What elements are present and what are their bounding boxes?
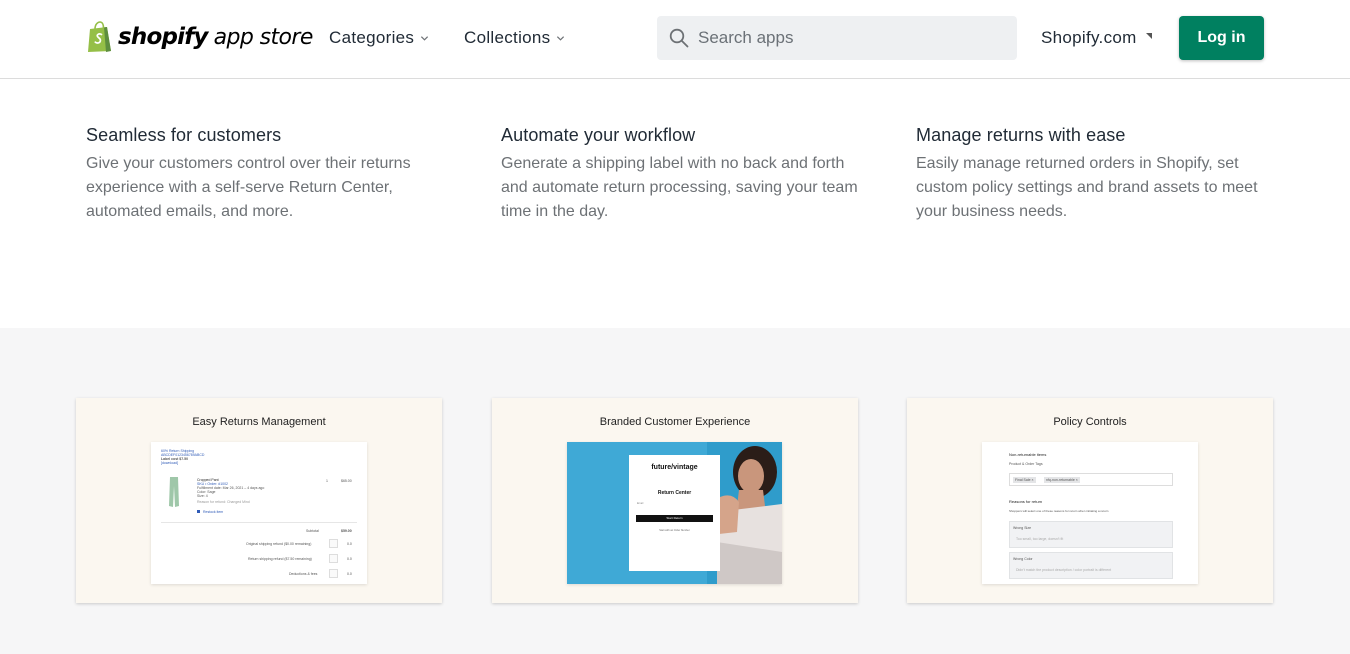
order-number-link: Start with an Order Number — [659, 529, 690, 532]
mock-text: 0.0 — [347, 542, 352, 546]
nav-collections-label: Collections — [464, 28, 551, 47]
mock-text: Original shipping refund ($0.00 remainin… — [246, 542, 312, 546]
tag-chip: Final Sale × — [1013, 477, 1036, 483]
start-return-button: Start Return — [636, 515, 713, 522]
feature-seamless: Seamless for customers Give your custome… — [86, 125, 446, 224]
feature-description: Give your customers control over their r… — [86, 155, 411, 220]
screenshot-card-returns-management[interactable]: Easy Returns Management 60% Return Shipp… — [76, 398, 442, 603]
screenshot-card-branded-experience[interactable]: Branded Customer Experience future/vinta… — [492, 398, 858, 603]
feature-title: Manage returns with ease — [916, 125, 1126, 145]
mock-field — [329, 554, 338, 563]
return-center-panel: future/vintage Return Center Email Start… — [629, 455, 720, 571]
chevron-down-icon — [557, 35, 565, 41]
mock-text: $65.00 — [341, 479, 352, 483]
returns-management-preview: 60% Return Shipping ABCDEF0123456789ABCD… — [151, 442, 367, 584]
mock-text: Product & Order Tags — [1009, 462, 1043, 466]
return-center-title: Return Center — [657, 490, 692, 496]
checkbox-icon — [197, 510, 200, 513]
search-bar[interactable] — [657, 16, 1017, 60]
policy-controls-preview: Non-returnable items Product & Order Tag… — [982, 442, 1198, 584]
shopify-app-store-logo[interactable]: shopify app store — [86, 20, 313, 54]
reason-hint: Didn't match the product description / c… — [1016, 568, 1112, 572]
reason-hint: Too small, too large, doesn't fit — [1016, 537, 1064, 541]
mock-section-title: Non-returnable items — [1009, 452, 1047, 457]
feature-description: Easily manage returned orders in Shopify… — [916, 155, 1258, 220]
site-header: shopify app store Categories Collections… — [0, 0, 1350, 79]
branded-experience-preview: future/vintage Return Center Email Start… — [567, 442, 782, 584]
logo-brand-text: shopify — [118, 24, 208, 50]
mock-text: Restock item — [203, 510, 224, 514]
nav-categories[interactable]: Categories — [329, 28, 429, 48]
pant-product-image — [169, 477, 179, 507]
screenshot-title: Easy Returns Management — [192, 416, 326, 428]
logo-suffix-text: app store — [213, 24, 314, 50]
search-input[interactable] — [698, 28, 998, 48]
divider — [161, 522, 357, 523]
mock-text: 1 — [326, 479, 328, 483]
mock-text: Size: 4 — [197, 494, 208, 498]
tag-chip: nfq-non-returnable × — [1044, 477, 1080, 483]
reason-label: Wrong Color — [1013, 557, 1033, 561]
mock-text: Shoppers will select one of these reason… — [1009, 509, 1109, 513]
reason-row — [1009, 521, 1173, 548]
shopify-bag-icon — [88, 21, 111, 52]
mock-text: 0.0 — [347, 572, 352, 576]
mock-text: [download] — [161, 461, 178, 465]
shopify-com-link[interactable]: Shopify.com — [1041, 28, 1153, 48]
shopify-com-label: Shopify.com — [1041, 28, 1137, 47]
nav-categories-label: Categories — [329, 28, 415, 47]
mock-text: Subtotal — [306, 529, 319, 533]
screenshot-card-policy-controls[interactable]: Policy Controls Non-returnable items Pro… — [907, 398, 1273, 603]
reason-label: Wrong Size — [1013, 526, 1032, 530]
screenshot-title: Branded Customer Experience — [599, 416, 751, 428]
external-link-icon — [1145, 33, 1152, 39]
mock-field — [329, 539, 338, 548]
mock-text: $59.00 — [341, 529, 352, 533]
feature-manage: Manage returns with ease Easily manage r… — [916, 125, 1276, 224]
mock-text: Reason for refund: Changed Mind — [197, 500, 250, 504]
mock-section-title: Reasons for return — [1009, 499, 1043, 504]
mock-text: 0.0 — [347, 557, 352, 561]
nav-collections[interactable]: Collections — [464, 28, 565, 48]
screenshot-title: Policy Controls — [1053, 416, 1127, 428]
mock-text: Deductions & fees — [289, 572, 318, 576]
mock-text: Return shipping refund ($7.50 remaining) — [248, 557, 312, 561]
chevron-down-icon — [421, 35, 429, 41]
reason-row — [1009, 552, 1173, 579]
mock-field — [329, 569, 338, 578]
feature-title: Seamless for customers — [86, 125, 282, 145]
search-icon — [669, 28, 689, 48]
screenshot-gallery: Easy Returns Management 60% Return Shipp… — [0, 328, 1350, 654]
brand-logo-text: future/vintage — [651, 464, 698, 471]
login-button[interactable]: Log in — [1179, 16, 1264, 60]
feature-description: Generate a shipping label with no back a… — [501, 155, 858, 220]
email-label: Email — [637, 502, 644, 505]
feature-automate: Automate your workflow Generate a shippi… — [501, 125, 861, 224]
feature-title: Automate your workflow — [501, 125, 696, 145]
